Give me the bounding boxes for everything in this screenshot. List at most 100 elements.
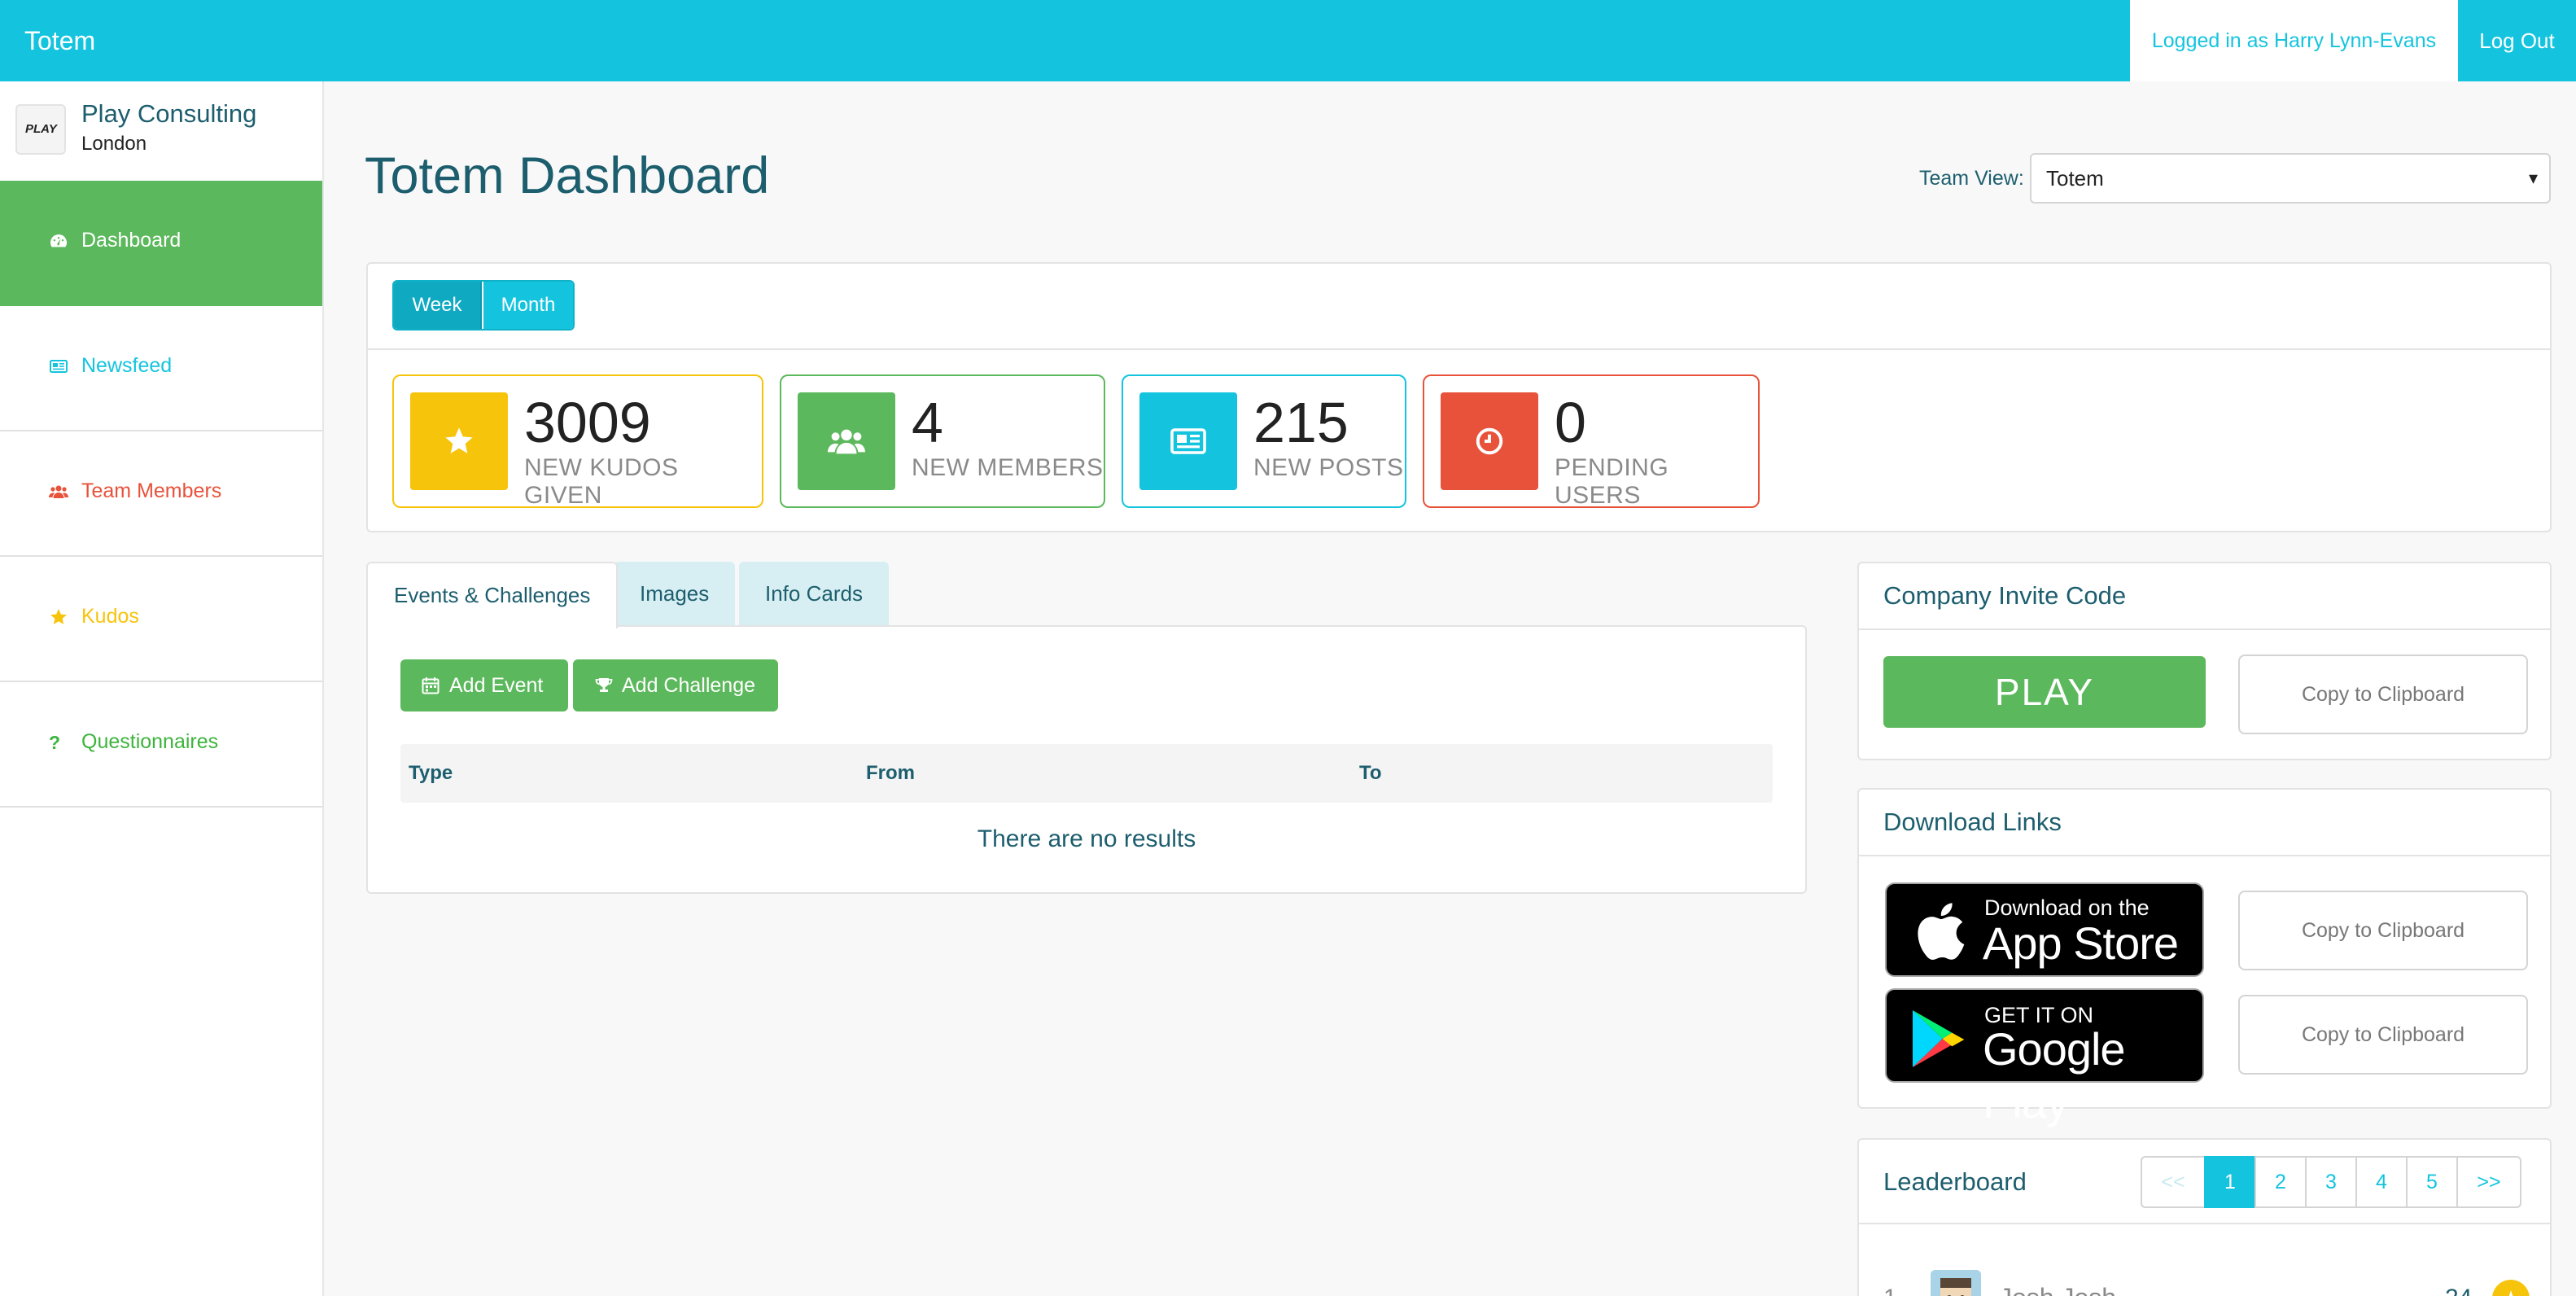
stat-icon-box xyxy=(1139,392,1237,490)
dashboard-icon xyxy=(50,234,67,247)
trophy-icon xyxy=(595,678,613,692)
copy-google-play-link-button[interactable]: Copy to Clipboard xyxy=(2238,995,2528,1075)
question-icon: ? xyxy=(49,732,61,753)
period-toggle: Week Month xyxy=(392,280,575,331)
page-1-button[interactable]: 1 xyxy=(2204,1156,2256,1208)
company-logo-text: PLAY xyxy=(25,122,57,136)
stat-card-pending: 0 PENDING USERS xyxy=(1423,374,1760,509)
stat-icon-box xyxy=(798,392,895,490)
column-header-from[interactable]: From xyxy=(866,744,915,803)
stat-icon-box xyxy=(410,392,508,490)
sidebar-item-dashboard[interactable]: Dashboard xyxy=(0,181,322,306)
sidebar-item-newsfeed[interactable]: Newsfeed xyxy=(0,306,322,431)
stats-panel-header: Week Month xyxy=(368,264,2550,350)
clock-icon xyxy=(1476,427,1503,455)
leaderboard-pagination: << 1 2 3 4 5 >> xyxy=(2141,1156,2521,1208)
team-view-label: Team View: xyxy=(1919,167,2024,190)
stat-value: 215 xyxy=(1253,391,1349,454)
page-next-button[interactable]: >> xyxy=(2456,1156,2521,1208)
stat-icon-box xyxy=(1441,392,1538,490)
invite-code-panel: Company Invite Code PLAY Copy to Clipboa… xyxy=(1857,562,2552,760)
page-4-button[interactable]: 4 xyxy=(2355,1156,2408,1208)
sidebar-item-label: Team Members xyxy=(81,479,222,502)
stat-card-posts: 215 NEW POSTS xyxy=(1122,374,1406,508)
add-challenge-label: Add Challenge xyxy=(622,674,756,697)
tab-images[interactable]: Images xyxy=(614,562,736,625)
panel-header: Download Links xyxy=(1859,790,2550,856)
page-5-button[interactable]: 5 xyxy=(2406,1156,2458,1208)
brand-logo[interactable]: Totem xyxy=(24,0,95,81)
google-play-big-text: Google Play xyxy=(1983,1023,2126,1127)
avatar-image xyxy=(1931,1270,1981,1296)
logged-in-user[interactable]: Logged in as Harry Lynn-Evans xyxy=(2130,0,2458,81)
column-header-to[interactable]: To xyxy=(1359,744,1382,803)
users-icon xyxy=(49,485,68,498)
sidebar-item-label: Kudos xyxy=(81,605,139,628)
panel-title: Download Links xyxy=(1883,808,2062,836)
newspaper-icon xyxy=(1170,428,1206,454)
stat-label: PENDING USERS xyxy=(1555,454,1669,509)
leaderboard-score: 24 xyxy=(2445,1285,2472,1296)
app-store-big-text: App Store xyxy=(1983,917,2179,969)
add-challenge-button[interactable]: Add Challenge xyxy=(573,659,778,711)
logout-button[interactable]: Log Out xyxy=(2458,0,2576,81)
sidebar-item-label: Questionnaires xyxy=(81,730,219,753)
stat-value: 3009 xyxy=(524,391,651,454)
apple-icon xyxy=(1918,903,1965,961)
stat-label: NEW KUDOS GIVEN xyxy=(524,454,679,509)
download-links-panel: Download Links Download on the App Store… xyxy=(1857,788,2552,1127)
leaderboard-name: Josh Josh xyxy=(1999,1283,2116,1296)
add-event-button[interactable]: Add Event xyxy=(400,659,568,711)
team-view-select[interactable]: Totem ▾ xyxy=(2030,153,2551,204)
week-button[interactable]: Week xyxy=(394,282,482,329)
add-event-label: Add Event xyxy=(449,674,544,697)
stat-value: 0 xyxy=(1555,391,1586,454)
leaderboard-rank: 1 xyxy=(1883,1285,1897,1296)
stat-value: 4 xyxy=(912,391,943,454)
calendar-icon xyxy=(422,677,440,694)
leaderboard-panel: Leaderboard << 1 2 3 4 5 >> 1 Josh Josh … xyxy=(1857,1138,2552,1296)
top-bar: Totem Logged in as Harry Lynn-Evans Log … xyxy=(0,0,2576,81)
invite-code-button[interactable]: PLAY xyxy=(1883,656,2206,728)
page-title: Totem Dashboard xyxy=(365,147,770,204)
sidebar-item-label: Newsfeed xyxy=(81,354,173,377)
app-store-badge[interactable]: Download on the App Store xyxy=(1885,882,2204,977)
sidebar-item-questionnaires[interactable]: ? Questionnaires xyxy=(0,682,322,808)
sidebar-item-kudos[interactable]: Kudos xyxy=(0,557,322,682)
tab-events-challenges[interactable]: Events & Challenges xyxy=(366,562,619,628)
panel-header: Company Invite Code xyxy=(1859,563,2550,630)
team-view-selected: Totem xyxy=(2046,166,2104,190)
company-logo: PLAY xyxy=(15,104,66,155)
sidebar-item-team-members[interactable]: Team Members xyxy=(0,431,322,557)
month-button[interactable]: Month xyxy=(483,282,573,329)
stat-card-kudos: 3009 NEW KUDOS GIVEN xyxy=(392,374,763,509)
company-name: Play Consulting xyxy=(81,99,257,128)
avatar xyxy=(1931,1270,1981,1296)
events-table-header: Type From To xyxy=(400,744,1773,803)
column-header-type[interactable]: Type xyxy=(409,744,453,803)
company-info: PLAY Play Consulting London xyxy=(0,81,322,181)
sidebar-item-label: Dashboard xyxy=(81,229,182,252)
star-icon xyxy=(50,609,67,624)
newspaper-icon xyxy=(50,360,68,373)
page-3-button[interactable]: 3 xyxy=(2305,1156,2357,1208)
events-panel: Add Event Add Challenge Type From To The… xyxy=(366,625,1807,894)
star-icon: ★ xyxy=(2492,1280,2530,1296)
panel-title: Company Invite Code xyxy=(1883,581,2127,610)
copy-invite-code-button[interactable]: Copy to Clipboard xyxy=(2238,655,2528,734)
page-prev-button[interactable]: << xyxy=(2141,1156,2206,1208)
google-play-icon xyxy=(1913,1010,1965,1067)
stat-label: NEW MEMBERS xyxy=(912,454,1104,481)
google-play-badge[interactable]: GET IT ON Google Play xyxy=(1885,988,2204,1127)
stats-panel: Week Month 3009 NEW KUDOS GIVEN 4 NEW ME… xyxy=(366,262,2552,532)
panel-title: Leaderboard xyxy=(1883,1167,2027,1196)
copy-app-store-link-button[interactable]: Copy to Clipboard xyxy=(2238,891,2528,970)
sidebar: PLAY Play Consulting London Dashboard Ne… xyxy=(0,81,324,1296)
page-2-button[interactable]: 2 xyxy=(2255,1156,2307,1208)
users-icon xyxy=(828,429,865,454)
caret-down-icon: ▾ xyxy=(2528,168,2538,188)
empty-state-text: There are no results xyxy=(977,825,1196,852)
tab-info-cards[interactable]: Info Cards xyxy=(739,562,889,625)
stat-card-members: 4 NEW MEMBERS xyxy=(780,374,1105,508)
stat-label: NEW POSTS xyxy=(1253,454,1404,481)
